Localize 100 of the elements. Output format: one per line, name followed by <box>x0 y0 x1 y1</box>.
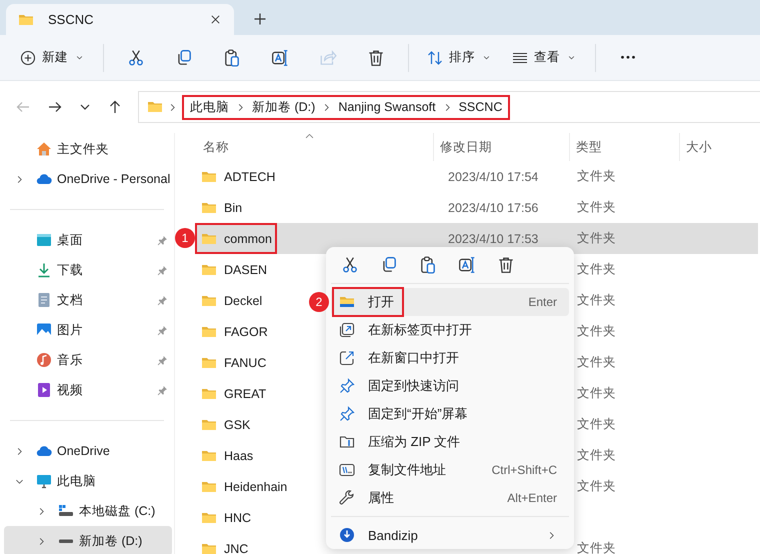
tab-title: SSCNC <box>48 12 95 27</box>
new-window-icon <box>339 350 355 366</box>
music-icon <box>36 352 52 368</box>
type-text: 文件夹 <box>577 416 616 433</box>
type-text: 文件夹 <box>577 478 616 495</box>
column-header[interactable]: 类型 <box>576 138 602 156</box>
rename-icon <box>458 256 476 274</box>
paste-icon <box>419 256 437 274</box>
download-icon <box>36 262 52 278</box>
new-tab-icon[interactable] <box>252 11 268 27</box>
paste-icon <box>223 48 241 66</box>
desktop-icon <box>36 232 52 248</box>
file-name: DASEN <box>224 262 268 276</box>
date-text: 2023/4/10 17:54 <box>448 170 538 184</box>
type-text: 文件夹 <box>577 292 616 309</box>
sidebar-item[interactable]: OneDrive - Personal <box>4 164 172 194</box>
file-name: HNC <box>224 510 252 524</box>
menu-item[interactable]: 在新窗口中打开 <box>331 344 569 372</box>
menu-item[interactable]: Bandizip <box>331 521 569 549</box>
type-text: 文件夹 <box>577 385 616 402</box>
file-name: ADTECH <box>224 170 276 184</box>
menu-item[interactable]: 复制文件地址 Ctrl+Shift+C <box>331 456 569 484</box>
menu-item[interactable]: 在新标签页中打开 <box>331 316 569 344</box>
view-button[interactable]: 查看 <box>504 42 585 74</box>
sidebar-item[interactable]: 新加卷 (D:) <box>4 526 172 554</box>
type-text: 文件夹 <box>577 447 616 464</box>
wrench-icon <box>339 490 355 506</box>
shortcut-text: Enter <box>528 295 557 309</box>
cloud-icon <box>36 443 52 459</box>
type-text: 文件夹 <box>577 323 616 340</box>
file-name: Heidenhain <box>224 480 288 494</box>
type-text: 文件夹 <box>577 261 616 278</box>
sidebar-item[interactable]: 音乐 <box>4 345 172 375</box>
date-text: 2023/4/10 17:53 <box>448 232 538 246</box>
menu-item[interactable]: 固定到“开始”屏幕 <box>331 400 569 428</box>
shortcut-text: Alt+Enter <box>507 491 557 505</box>
sidebar-item[interactable]: 主文件夹 <box>4 134 172 164</box>
step-badge: 1 <box>175 228 195 248</box>
shortcut-text: Ctrl+Shift+C <box>492 463 557 477</box>
zip-folder-icon <box>339 434 355 450</box>
new-button[interactable]: 新建 <box>12 42 93 74</box>
cut-icon <box>127 48 145 66</box>
sidebar-item[interactable]: 下载 <box>4 255 172 285</box>
pin-icon <box>339 378 355 394</box>
column-header[interactable]: 修改日期 <box>440 138 492 156</box>
menu-item[interactable]: 压缩为 ZIP 文件 <box>331 428 569 456</box>
share-icon <box>319 48 337 66</box>
type-text: 文件夹 <box>577 354 616 371</box>
menu-item[interactable]: 属性 Alt+Enter <box>331 484 569 512</box>
file-name: common <box>224 232 272 246</box>
step-badge: 2 <box>309 292 329 312</box>
sidebar-item[interactable]: 本地磁盘 (C:) <box>4 496 172 526</box>
menu-item[interactable]: 打开 Enter <box>331 288 569 316</box>
column-header[interactable]: 大小 <box>686 138 712 156</box>
home-icon <box>36 141 52 157</box>
plus-icon <box>20 50 36 66</box>
cloud-icon <box>36 171 52 187</box>
bandizip-icon <box>339 527 355 543</box>
sort-icon <box>427 50 443 66</box>
picture-icon <box>36 322 52 338</box>
folder-icon <box>147 99 163 115</box>
cut-icon <box>341 256 359 274</box>
sort-button[interactable]: 排序 <box>419 42 500 74</box>
file-name: GREAT <box>224 386 266 400</box>
type-text: 文件夹 <box>577 199 616 216</box>
sidebar-item[interactable]: 文档 <box>4 285 172 315</box>
breadcrumb[interactable]: Nanjing Swansoft <box>338 100 436 114</box>
copy-path-icon <box>339 462 355 478</box>
date-text: 2023/4/10 17:56 <box>448 200 538 214</box>
sidebar-item[interactable]: 桌面 <box>4 225 172 255</box>
breadcrumb[interactable]: 此电脑 <box>190 98 229 116</box>
sidebar-item[interactable]: OneDrive <box>4 436 172 466</box>
file-name: FAGOR <box>224 324 268 338</box>
sidebar-item[interactable]: 图片 <box>4 315 172 345</box>
drive-icon <box>58 503 74 519</box>
file-name: Haas <box>224 448 254 462</box>
delete-icon <box>367 48 385 66</box>
menu-item[interactable]: 固定到快速访问 <box>331 372 569 400</box>
sidebar-item[interactable]: 视频 <box>4 375 172 405</box>
sidebar-item[interactable]: 此电脑 <box>4 466 172 496</box>
file-name: JNC <box>224 542 248 554</box>
more-icon <box>620 55 636 60</box>
address-bar[interactable]: 此电脑 新加卷 (D:) Nanjing Swansoft SSCNC <box>138 91 760 123</box>
video-icon <box>36 382 52 398</box>
type-text: 文件夹 <box>577 230 616 247</box>
folder-icon <box>339 294 355 310</box>
file-name: Deckel <box>224 294 262 308</box>
file-name: FANUC <box>224 356 266 370</box>
type-text: 文件夹 <box>577 540 616 554</box>
document-icon <box>36 292 52 308</box>
pin-icon <box>339 406 355 422</box>
file-name: Bin <box>224 200 242 214</box>
close-icon[interactable] <box>209 13 222 26</box>
breadcrumb[interactable]: 新加卷 (D:) <box>252 98 316 116</box>
column-header[interactable]: 名称 <box>203 138 229 156</box>
type-text: 文件夹 <box>577 168 616 185</box>
active-tab[interactable]: SSCNC <box>6 4 234 35</box>
monitor-icon <box>36 473 52 489</box>
rename-icon <box>271 48 289 66</box>
breadcrumb[interactable]: SSCNC <box>458 100 502 114</box>
